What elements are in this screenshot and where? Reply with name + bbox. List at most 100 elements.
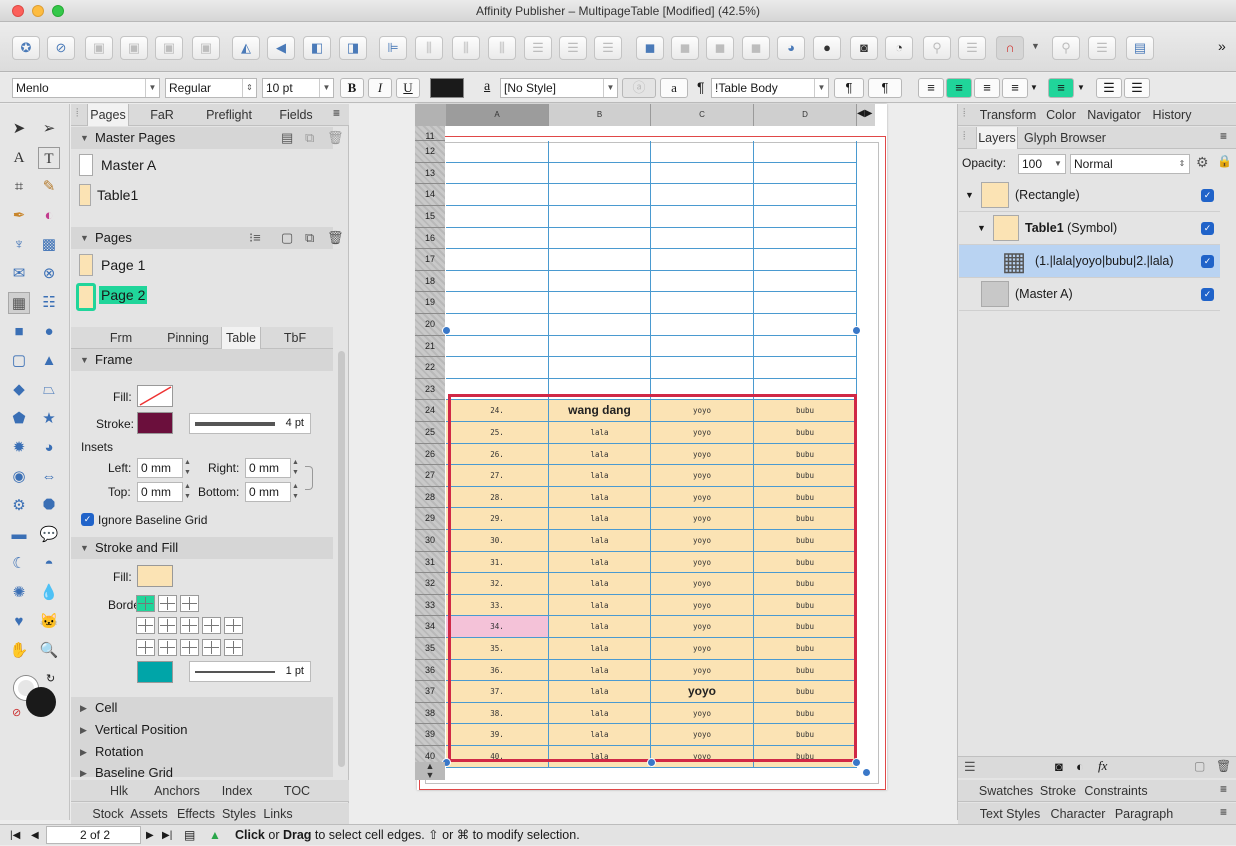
table-cell[interactable]: 33.: [446, 594, 549, 617]
move-backward-icon[interactable]: ▣: [120, 36, 148, 60]
color-picker-icon[interactable]: ◐: [38, 205, 60, 227]
pin-icon[interactable]: ⚲: [923, 36, 951, 60]
move-front-icon[interactable]: ▣: [192, 36, 220, 60]
envelope-frame-icon[interactable]: ✉: [8, 263, 30, 285]
tab-frm[interactable]: Frm: [101, 327, 141, 349]
align-center-icon[interactable]: ⫼: [415, 36, 443, 60]
stroke-fill-header[interactable]: ▼ Stroke and Fill: [71, 537, 333, 559]
row-header[interactable]: 25: [415, 422, 445, 444]
layers-icon[interactable]: ☰: [964, 759, 976, 775]
table-cell[interactable]: 36.: [446, 659, 549, 682]
left-inset-field[interactable]: 0 mm: [137, 458, 183, 478]
table-cell[interactable]: [651, 378, 754, 401]
border-v-all-button[interactable]: [202, 639, 221, 656]
insert-page-icon[interactable]: ▢: [281, 227, 293, 249]
table-cell[interactable]: lala: [549, 422, 651, 444]
table-cell[interactable]: yoyo: [651, 724, 754, 746]
paragraph-style-select[interactable]: !Table Body ▼: [711, 78, 829, 98]
table-cell[interactable]: [446, 314, 549, 336]
table-cell[interactable]: lala: [549, 443, 651, 466]
row-header[interactable]: 20: [415, 314, 445, 336]
table-tool-icon[interactable]: ▦: [8, 292, 30, 314]
row-header[interactable]: 38: [415, 702, 445, 725]
table-cell[interactable]: yoyo: [651, 530, 754, 552]
row-header[interactable]: 34: [415, 616, 445, 638]
table-cell[interactable]: lala: [549, 659, 651, 682]
callout-ellipse-tool-icon[interactable]: 💬: [38, 524, 60, 546]
font-size-select[interactable]: 10 pt ▼: [262, 78, 334, 98]
page-options-icon[interactable]: ⁝≡: [249, 227, 261, 249]
page-field[interactable]: 2 of 2: [46, 826, 141, 844]
tab-styles[interactable]: Styles: [221, 803, 257, 825]
bullet-list-icon[interactable]: ☰: [1096, 78, 1122, 98]
master-page-item[interactable]: Master A: [101, 157, 156, 173]
table-cell[interactable]: lala: [549, 681, 651, 703]
tab-assets[interactable]: Assets: [129, 803, 169, 825]
table-cell[interactable]: [446, 249, 549, 271]
ellipse-frame-icon[interactable]: ⊗: [38, 263, 60, 285]
row-header[interactable]: 14: [415, 184, 445, 206]
panel-menu-icon[interactable]: ≡: [1220, 129, 1227, 143]
layer-row-selected[interactable]: ▦ (1.|lala|yoyo|bubu|2.|lala) ✓: [959, 245, 1220, 278]
link-insets-icon[interactable]: [305, 466, 313, 490]
tab-color[interactable]: Color: [1044, 104, 1078, 126]
preflight-icon[interactable]: ▲: [209, 825, 221, 846]
table-cell[interactable]: yoyo: [651, 659, 754, 682]
clear-para-style-button[interactable]: ¶: [834, 78, 864, 98]
text-frame-icon[interactable]: ☰: [1088, 36, 1116, 60]
table-cell[interactable]: [651, 206, 754, 228]
stroke-color-well[interactable]: [26, 687, 56, 717]
table-cell[interactable]: yoyo: [651, 400, 754, 422]
tab-tbf[interactable]: TbF: [277, 327, 313, 349]
callout-rect-tool-icon[interactable]: ▬: [8, 524, 30, 546]
table-cell[interactable]: yoyo: [651, 465, 754, 487]
table-cell[interactable]: yoyo: [651, 443, 754, 466]
layer-row[interactable]: ▼ (Rectangle) ✓: [959, 179, 1220, 212]
layer-row[interactable]: ▼ Table1 (Symbol) ✓: [959, 212, 1220, 245]
align-bottom-icon[interactable]: ☰: [559, 36, 587, 60]
border-vertical-button[interactable]: [224, 639, 243, 656]
table-cell[interactable]: bubu: [754, 746, 857, 768]
move-tool-icon[interactable]: ➤: [8, 118, 30, 140]
table-cell[interactable]: [446, 270, 549, 293]
master-pages-header[interactable]: ▼ Master Pages ▤ ⧉ 🗑: [71, 127, 344, 149]
selection-handle[interactable]: [852, 758, 861, 767]
row-header[interactable]: 16: [415, 227, 445, 250]
insert-master-icon[interactable]: ▤: [281, 127, 293, 149]
border-top-button[interactable]: [136, 617, 155, 634]
table-cell[interactable]: yoyo: [651, 681, 754, 703]
panel-menu-icon[interactable]: ≡: [1220, 805, 1227, 819]
double-arrow-tool-icon[interactable]: ⇔: [38, 466, 60, 488]
snapping-dropdown-icon[interactable]: ▼: [1031, 41, 1040, 51]
table-cell[interactable]: 35.: [446, 638, 549, 660]
table-cell[interactable]: bubu: [754, 443, 857, 466]
tab-history[interactable]: History: [1150, 104, 1194, 126]
top-inset-stepper[interactable]: ▲ ▼: [184, 482, 191, 502]
top-inset-field[interactable]: 0 mm: [137, 482, 183, 502]
tab-paragraph[interactable]: Paragraph: [1114, 803, 1174, 825]
toolbar-overflow-icon[interactable]: »: [1218, 38, 1226, 54]
tab-stroke[interactable]: Stroke: [1038, 780, 1078, 802]
tab-stock[interactable]: Stock: [91, 803, 125, 825]
table-cell[interactable]: [549, 378, 651, 401]
para-style-options-button[interactable]: ¶: [868, 78, 902, 98]
tab-table[interactable]: Table: [221, 327, 261, 349]
selection-handle[interactable]: [647, 758, 656, 767]
table-cell[interactable]: [651, 162, 754, 185]
align-right-text-icon[interactable]: ≡: [974, 78, 1000, 98]
layer-row[interactable]: (Master A) ✓: [959, 278, 1220, 311]
boolean-subtract-icon[interactable]: ◼: [671, 36, 699, 60]
delete-master-icon[interactable]: 🗑: [327, 127, 344, 149]
tab-layers[interactable]: Layers: [976, 127, 1018, 149]
tab-anchors[interactable]: Anchors: [149, 780, 205, 802]
segment-tool-icon[interactable]: ◓: [38, 553, 60, 575]
table-cell[interactable]: 28.: [446, 486, 549, 509]
mask-icon[interactable]: ◙: [1055, 759, 1063, 774]
table-cell[interactable]: [754, 249, 857, 271]
border-left-button[interactable]: [136, 639, 155, 656]
table-cell[interactable]: [549, 292, 651, 314]
table-cell[interactable]: [446, 335, 549, 358]
row-header[interactable]: 35: [415, 638, 445, 660]
column-header-c[interactable]: C: [651, 104, 754, 126]
picture-frame-icon[interactable]: ▩: [38, 234, 60, 256]
